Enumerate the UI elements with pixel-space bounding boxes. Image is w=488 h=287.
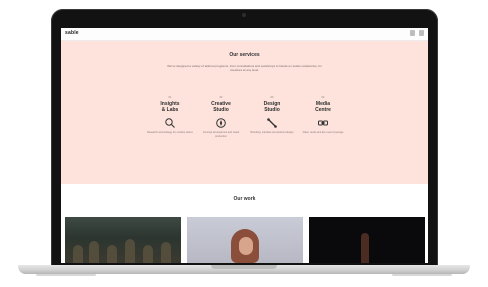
menu-icon[interactable] xyxy=(419,30,424,36)
service-name: Insights & Labs xyxy=(160,101,180,113)
work-card-performance-photo[interactable] xyxy=(309,217,425,263)
work-card-event-photo[interactable] xyxy=(65,217,181,263)
service-caption: Concept development and visual productio… xyxy=(202,131,240,138)
service-number: 03 xyxy=(270,96,274,99)
services-grid: 01 Insights & Labs Research and strategy… xyxy=(147,96,347,166)
service-name: Design Studio xyxy=(263,101,281,113)
service-caption: Video, audio and live event coverage xyxy=(302,131,344,134)
camera-icon xyxy=(242,13,246,17)
performer-silhouette xyxy=(361,233,369,263)
laptop-notch xyxy=(211,265,277,269)
work-section-title: Our work xyxy=(233,196,256,202)
site-header: sable xyxy=(61,28,428,41)
work-card-portrait-photo[interactable] xyxy=(187,217,303,263)
section-description: We've designed a variety of tailored pro… xyxy=(167,64,322,72)
compass-icon xyxy=(216,118,226,128)
link-icon xyxy=(318,120,328,126)
service-caption: Branding, interface and product design xyxy=(250,131,294,134)
laptop-foot-right xyxy=(392,274,452,276)
service-card-creative[interactable]: 02 Creative Studio Concept development a… xyxy=(198,96,244,138)
service-card-design[interactable]: 03 Design Studio Branding, interface and… xyxy=(249,96,295,135)
pencil-icon xyxy=(267,118,277,128)
header-icons xyxy=(410,30,424,36)
search-icon[interactable] xyxy=(410,30,415,36)
service-number: 01 xyxy=(168,96,172,99)
service-caption: Research and strategy for creative teams xyxy=(147,131,193,134)
laptop-screen: sable Our services We've designed a vari… xyxy=(61,28,428,263)
service-card-insights[interactable]: 01 Insights & Labs Research and strategy… xyxy=(147,96,193,135)
magnifier-icon xyxy=(165,118,175,128)
laptop-mockup: sable Our services We've designed a vari… xyxy=(0,0,488,287)
service-number: 04 xyxy=(321,96,325,99)
section-title: Our services xyxy=(229,52,260,58)
service-name: Creative Studio xyxy=(211,101,231,113)
site-logo[interactable]: sable xyxy=(65,30,79,36)
portrait-face xyxy=(239,237,253,255)
services-section: Our services We've designed a variety of… xyxy=(61,41,428,184)
laptop-foot-left xyxy=(36,274,96,276)
service-card-media[interactable]: 04 Media Centre Video, audio and live ev… xyxy=(300,96,346,135)
service-name: Media Centre xyxy=(315,101,331,113)
service-number: 02 xyxy=(219,96,223,99)
